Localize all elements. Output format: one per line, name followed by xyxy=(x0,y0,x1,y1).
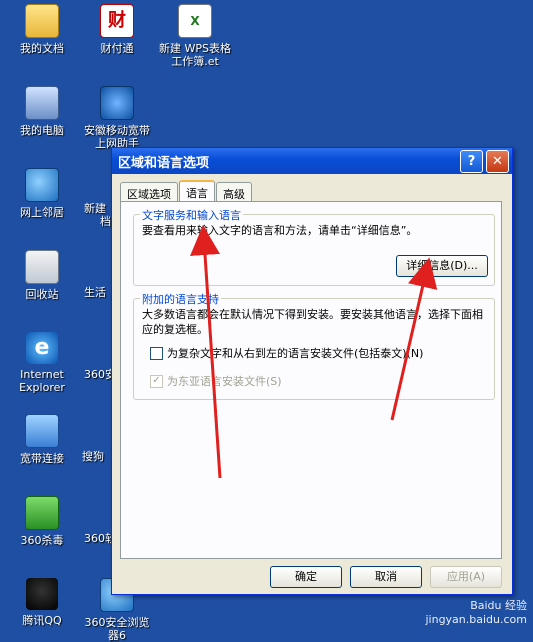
east-asian-checkbox: ✓ 为东亚语言安装文件(S) xyxy=(150,373,282,389)
text-services-group: 文字服务和输入语言 要查看用来输入文字的语言和方法，请单击“详细信息”。 详细信… xyxy=(133,207,495,286)
desktop-icon-my-documents[interactable]: 我的文档 xyxy=(0,4,84,55)
group-description: 大多数语言都会在默认情况下得到安装。要安装其他语言，选择下面相应的复选框。 xyxy=(142,308,483,336)
computer-icon xyxy=(25,86,59,120)
group-label: 附加的语言支持 xyxy=(140,291,221,307)
close-button[interactable]: ✕ xyxy=(486,149,509,173)
ie-icon: e xyxy=(26,332,58,364)
checkbox-label: 为东亚语言安装文件(S) xyxy=(167,375,282,388)
spreadsheet-icon: X xyxy=(178,4,212,38)
help-button[interactable]: ? xyxy=(460,149,483,173)
dialog-title: 区域和语言选项 xyxy=(118,155,210,171)
broadband-icon xyxy=(25,414,59,448)
shield-icon xyxy=(25,496,59,530)
supplemental-language-group: 附加的语言支持 大多数语言都会在默认情况下得到安装。要安装其他语言，选择下面相应… xyxy=(133,291,495,400)
folder-icon xyxy=(25,4,59,38)
desktop-icon-wps-spreadsheet[interactable]: X 新建 WPS表格 工作簿.et xyxy=(153,4,237,68)
title-bar[interactable]: 区域和语言选项 ? ✕ xyxy=(112,148,512,174)
ok-button[interactable]: 确定 xyxy=(270,566,342,588)
desktop-icon-360-antivirus[interactable]: 360杀毒 xyxy=(0,496,84,547)
network-icon xyxy=(25,168,59,202)
desktop-icon-qq[interactable]: 腾讯QQ xyxy=(0,578,84,627)
partial-label: 档 xyxy=(100,215,111,228)
caifutong-icon: 财 xyxy=(100,4,134,38)
desktop-icon-internet-explorer[interactable]: e Internet Explorer xyxy=(0,332,84,394)
desktop-icon-recycle-bin[interactable]: 回收站 xyxy=(0,250,84,301)
apply-button: 应用(A) xyxy=(430,566,502,588)
checkbox-box: ✓ xyxy=(150,374,163,388)
regional-language-dialog: 区域和语言选项 ? ✕ 区域选项 语言 高级 文字服务和输入语言 要查看用来输入… xyxy=(111,147,513,595)
watermark: Baidu 经验 jingyan.baidu.com xyxy=(425,599,527,626)
recycle-bin-icon xyxy=(25,250,59,284)
qq-icon xyxy=(26,578,58,610)
desktop-icon-my-computer[interactable]: 我的电脑 xyxy=(0,86,84,137)
checkbox-box[interactable] xyxy=(150,346,163,360)
checkbox-label: 为复杂文字和从右到左的语言安装文件(包括泰文)(N) xyxy=(167,347,424,360)
group-label: 文字服务和输入语言 xyxy=(140,207,243,223)
details-button[interactable]: 详细信息(D)... xyxy=(396,255,488,277)
desktop-icon-broadband[interactable]: 宽带连接 xyxy=(0,414,84,465)
mobile-icon xyxy=(100,86,134,120)
desktop-icon-mobile-broadband[interactable]: 安徽移动宽带 上网助手 xyxy=(75,86,159,150)
partial-label: 生活 xyxy=(84,286,106,299)
complex-script-checkbox[interactable]: 为复杂文字和从右到左的语言安装文件(包括泰文)(N) xyxy=(150,345,423,361)
group-description: 要查看用来输入文字的语言和方法，请单击“详细信息”。 xyxy=(142,224,418,237)
cancel-button[interactable]: 取消 xyxy=(350,566,422,588)
tab-panel: 文字服务和输入语言 要查看用来输入文字的语言和方法，请单击“详细信息”。 详细信… xyxy=(120,201,502,559)
desktop-icon-network[interactable]: 网上邻居 xyxy=(0,168,84,219)
partial-label: 搜狗 xyxy=(82,450,104,463)
desktop-icon-caifutong[interactable]: 财 财付通 xyxy=(75,4,159,55)
